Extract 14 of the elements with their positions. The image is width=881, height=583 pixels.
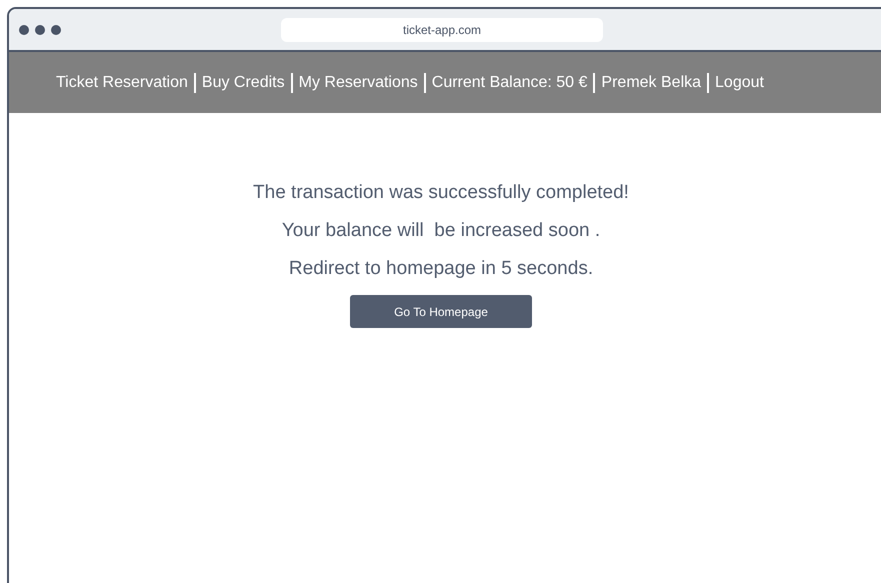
nav-link[interactable]: Logout: [707, 72, 770, 92]
nav-link[interactable]: Ticket Reservation: [56, 72, 194, 92]
nav-link[interactable]: Premek Belka: [593, 72, 708, 92]
window-dot: [35, 24, 45, 34]
window-dot: [51, 24, 61, 34]
nav-link[interactable]: Buy Credits: [194, 72, 291, 92]
nav-link[interactable]: Current Balance: 50 €: [424, 72, 594, 92]
address-bar[interactable]: ticket-app.com: [281, 18, 603, 42]
message-text: Redirect to homepage in 5 seconds.: [288, 258, 594, 279]
nav-link[interactable]: My Reservations: [290, 72, 424, 92]
message-text: Your balance will be increased soon .: [282, 220, 600, 241]
window-dot: [19, 24, 29, 34]
homepage-button[interactable]: Go To Homepage: [350, 295, 532, 328]
message-text: The transaction was successfully completed!: [253, 182, 629, 203]
